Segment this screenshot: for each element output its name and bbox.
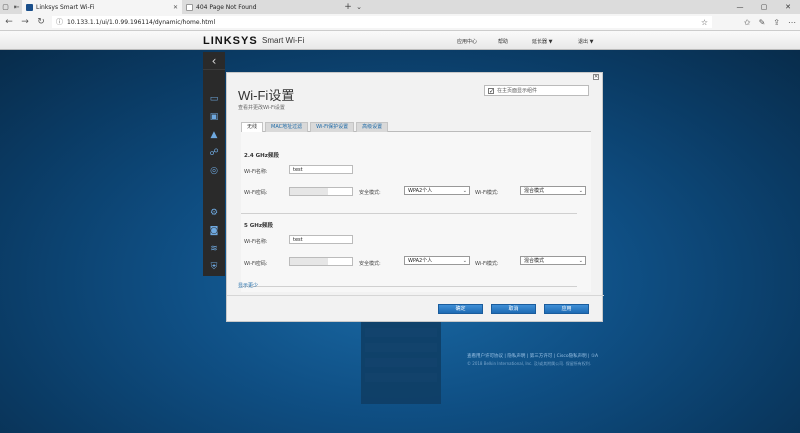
tab-title: Linksys Smart Wi-Fi — [36, 3, 95, 11]
band24-mode-value: 混合模式 — [524, 188, 545, 194]
favorites-icon[interactable]: ✩ — [744, 18, 751, 27]
tab-title: 404 Page Not Found — [196, 3, 257, 11]
nav-logout[interactable]: 退出 ▼ — [578, 38, 593, 45]
band24-password-input[interactable] — [289, 187, 353, 196]
address-bar[interactable]: ⓘ 10.133.1.1/ui/1.0.99.196114/dynamic/ho… — [52, 16, 712, 28]
chevron-down-icon: ⌄ — [462, 188, 467, 194]
product-name: Smart Wi-Fi — [262, 36, 305, 45]
linksys-logo: LINKSYS — [203, 35, 258, 47]
back-button[interactable]: ← — [4, 17, 14, 27]
band5-mode-label: Wi-Fi模式: — [475, 261, 499, 267]
alert-icon[interactable]: ▲ — [208, 129, 220, 140]
nav-app-center[interactable]: 应用中心 — [457, 38, 477, 45]
share-icon[interactable]: ⇪ — [773, 18, 780, 27]
nav-extender[interactable]: 延长器 ▼ — [532, 38, 552, 45]
band24-mode-label: Wi-Fi模式: — [475, 190, 499, 196]
background-widget — [361, 322, 441, 404]
band5-mode-select[interactable]: 混合模式 ⌄ — [520, 256, 586, 265]
band-divider — [241, 213, 577, 214]
tab-wps[interactable]: Wi-Fi保护设置 — [310, 122, 355, 132]
forward-button[interactable]: → — [20, 17, 30, 27]
browser-tab-404[interactable]: 404 Page Not Found — [182, 0, 342, 14]
back-tabs-icon[interactable]: ⇤ — [11, 0, 22, 14]
band24-mode-select[interactable]: 混合模式 ⌄ — [520, 186, 586, 195]
wireless-panel: 2.4 GHz频段 Wi-Fi名称: test Wi-Fi密码: 安全模式: W… — [241, 132, 591, 292]
band24-pass-label: Wi-Fi密码: — [244, 190, 268, 196]
tab-wireless[interactable]: 无线 — [241, 122, 264, 132]
device-list-icon[interactable]: ▭ — [208, 93, 220, 104]
band24-name-input[interactable]: test — [289, 165, 353, 174]
router-icon[interactable]: ▣ — [208, 111, 220, 122]
nav-help[interactable]: 帮助 — [498, 38, 508, 45]
footer-links[interactable]: 查看用户许可协议 | 隐私声明 | 第三方许可 | Cisco隐私声明 | ①A — [467, 353, 598, 359]
browser-nav-bar: ← → ↻ ⓘ 10.133.1.1/ui/1.0.99.196114/dyna… — [0, 14, 800, 31]
wifi-settings-icon[interactable]: ≋ — [208, 243, 220, 254]
band5-security-value: WPA2个人 — [408, 258, 433, 264]
chevron-down-icon: ⌄ — [462, 258, 467, 264]
band5-security-select[interactable]: WPA2个人 ⌄ — [404, 256, 470, 265]
cancel-button[interactable]: 取消 — [491, 304, 536, 314]
show-on-home-checkbox[interactable]: ✓ 在主页面显示组件 — [484, 85, 589, 96]
band24-name-label: Wi-Fi名称: — [244, 169, 268, 175]
left-sidebar: ‹ ▭ ▣ ▲ ☍ ◎ ⚙ ◙ ≋ ⛨ — [203, 52, 225, 276]
reading-list-icon[interactable]: ✎ — [759, 18, 766, 27]
band5-security-label: 安全模式: — [359, 261, 381, 267]
info-icon[interactable]: ⓘ — [56, 17, 63, 27]
tab-mac-filter[interactable]: MAC地址过滤 — [265, 122, 309, 132]
band-divider — [241, 286, 577, 287]
band5-pass-label: Wi-Fi密码: — [244, 261, 268, 267]
dialog-tabs: 无线 MAC地址过滤 Wi-Fi保护设置 高级设置 — [241, 122, 591, 132]
band5-title: 5 GHz频段 — [244, 223, 274, 229]
close-dialog-icon[interactable]: ✕ — [593, 74, 599, 80]
address-text: 10.133.1.1/ui/1.0.99.196114/dynamic/home… — [67, 18, 216, 26]
parental-controls-icon[interactable]: ☍ — [208, 147, 220, 158]
dialog-button-row: 确定 取消 应用 — [227, 295, 604, 322]
chevron-down-icon: ⌄ — [578, 188, 583, 194]
settings-icon[interactable]: ⚙ — [208, 207, 220, 218]
wifi-settings-dialog: ✕ Wi-Fi设置 查看并更改Wi-Fi设置 ✓ 在主页面显示组件 无线 MAC… — [226, 72, 604, 322]
apply-button[interactable]: 应用 — [544, 304, 589, 314]
browser-tab-bar: ▢ ⇤ Linksys Smart Wi-Fi ✕ 404 Page Not F… — [0, 0, 800, 14]
close-tab-icon[interactable]: ✕ — [173, 4, 178, 11]
new-tab-button[interactable]: + — [342, 2, 354, 12]
band24-security-label: 安全模式: — [359, 190, 381, 196]
checkbox-checked-icon[interactable]: ✓ — [488, 87, 494, 94]
camera-icon[interactable]: ◙ — [208, 225, 220, 236]
show-on-home-label: 在主页面显示组件 — [497, 88, 538, 94]
footer-copyright: © 2018 Belkin International, Inc. 及/或其附属… — [467, 361, 591, 366]
speed-test-icon[interactable]: ◎ — [208, 165, 220, 176]
tab-advanced[interactable]: 高级设置 — [356, 122, 389, 132]
band24-security-select[interactable]: WPA2个人 ⌄ — [404, 186, 470, 195]
linksys-favicon-icon — [26, 3, 33, 11]
maximize-button[interactable]: ▢ — [752, 3, 776, 11]
band24-security-value: WPA2个人 — [408, 188, 433, 194]
linksys-header: LINKSYS Smart Wi-Fi 应用中心 帮助 延长器 ▼ 退出 ▼ — [0, 31, 800, 50]
page-favicon-icon — [186, 3, 193, 11]
band5-name-input[interactable]: test — [289, 235, 353, 244]
band5-password-input[interactable] — [289, 257, 353, 266]
chevron-left-icon[interactable]: ‹ — [203, 52, 225, 70]
chevron-down-icon: ⌄ — [578, 258, 583, 264]
close-window-button[interactable]: ✕ — [776, 3, 800, 11]
ok-button[interactable]: 确定 — [438, 304, 483, 314]
favorite-star-icon[interactable]: ☆ — [701, 18, 708, 27]
browser-tab-linksys[interactable]: Linksys Smart Wi-Fi ✕ — [22, 0, 182, 14]
more-icon[interactable]: ⋯ — [788, 18, 796, 27]
security-shield-icon[interactable]: ⛨ — [208, 261, 220, 272]
dialog-subtitle: 查看并更改Wi-Fi设置 — [238, 105, 285, 111]
band5-name-label: Wi-Fi名称: — [244, 239, 268, 245]
show-less-link[interactable]: 显示更少 — [238, 282, 258, 289]
dialog-title: Wi-Fi设置 — [238, 88, 295, 103]
refresh-button[interactable]: ↻ — [36, 17, 46, 27]
tab-preview-icon[interactable]: ▢ — [0, 0, 11, 14]
band5-mode-value: 混合模式 — [524, 258, 545, 264]
tab-list-chevron-icon[interactable]: ⌄ — [354, 3, 364, 11]
minimize-button[interactable]: — — [728, 3, 752, 11]
band24-title: 2.4 GHz频段 — [244, 153, 279, 159]
